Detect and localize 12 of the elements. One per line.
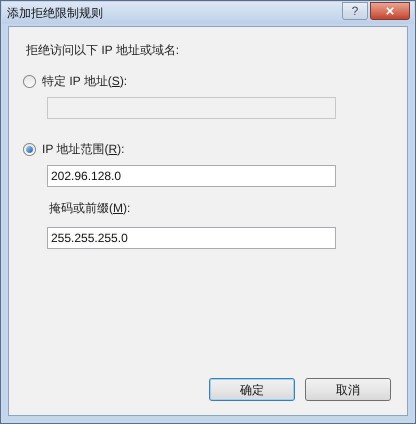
field-label: 掩码或前缀(M): [49,201,130,215]
radio-button[interactable] [23,74,36,88]
radio-label: IP 地址范围(R): [42,141,124,158]
help-button[interactable]: ? [342,2,368,20]
window-title: 添加拒绝限制规则 [7,5,103,22]
input-field[interactable]: 255.255.255.0 [47,227,336,249]
cancel-button[interactable]: 取消 [305,378,391,401]
prompt-text: 拒绝访问以下 IP 地址或域名: [26,42,180,59]
input-field[interactable]: 202.96.128.0 [47,165,336,187]
ok-button[interactable]: 确定 [209,378,295,401]
radio-label: 特定 IP 地址(S): [42,73,128,90]
radio-button[interactable] [23,142,36,156]
